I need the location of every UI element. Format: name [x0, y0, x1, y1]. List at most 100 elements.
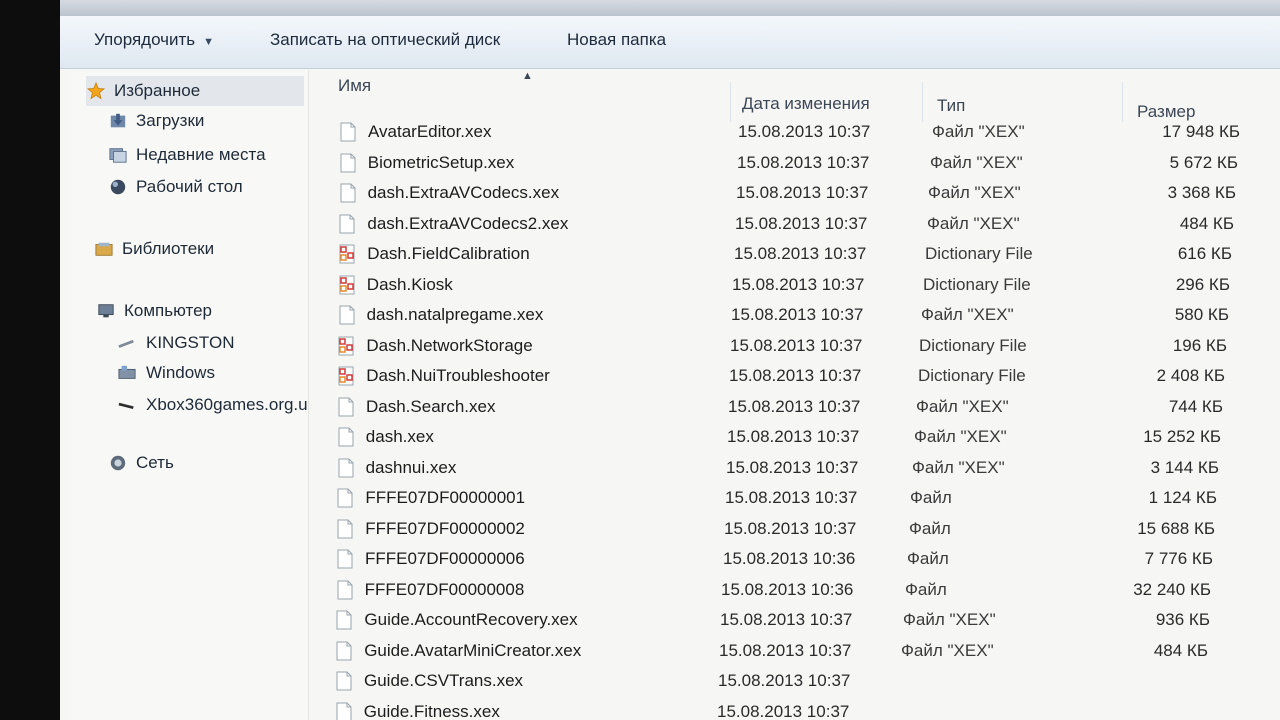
nav-label-downloads: Загрузки [136, 111, 205, 130]
dictionary-file-icon [338, 366, 354, 386]
file-name: dash.ExtraAVCodecs2.xex [367, 213, 569, 233]
nav-item-computer[interactable]: Компьютер [96, 298, 300, 324]
table-row[interactable]: Guide.AvatarMiniCreator.xex 15.08.2013 10… [310, 637, 1280, 667]
column-header-date[interactable]: Дата изменения [742, 94, 870, 114]
table-row[interactable]: FFFE07DF00000008 15.08.2013 10:36 Файл 32 2… [310, 576, 1280, 606]
file-list: Имя ▲ Дата изменения Тип Размер AvatarEd… [310, 70, 1280, 720]
hard-drive-icon [118, 365, 136, 379]
file-type: Файл "XEX" [912, 457, 1005, 477]
file-name: Dash.Kiosk [366, 274, 453, 294]
file-date: 15.08.2013 10:37 [724, 518, 857, 538]
nav-item-recent[interactable]: Недавние места [108, 142, 298, 168]
blank-file-icon [337, 549, 353, 569]
nav-item-network[interactable]: Сеть [108, 450, 298, 476]
table-row[interactable]: Guide.AccountRecovery.xex 15.08.2013 10:3… [310, 606, 1280, 636]
table-row[interactable]: dash.ExtraAVCodecs.xex 15.08.2013 10:37 Фа… [310, 179, 1280, 209]
nav-item-xbox-drive[interactable]: Xbox360games.org.u [116, 392, 310, 418]
computer-icon [98, 304, 114, 318]
burn-disc-button[interactable]: Записать на оптический диск [270, 30, 500, 50]
nav-label-kingston: KINGSTON [146, 333, 235, 352]
nav-item-downloads[interactable]: Загрузки [108, 108, 298, 134]
column-header-name[interactable]: Имя [338, 76, 371, 96]
file-name: Dash.FieldCalibration [367, 244, 530, 263]
table-row[interactable]: Dash.NuiTroubleshooter 15.08.2013 10:37 Di… [310, 362, 1280, 392]
table-row[interactable]: FFFE07DF00000006 15.08.2013 10:36 Файл 7 77… [310, 545, 1280, 575]
table-row[interactable]: Guide.CSVTrans.xex 15.08.2013 10:37 [310, 667, 1280, 697]
nav-item-desktop[interactable]: Рабочий стол [108, 174, 298, 200]
table-row[interactable]: Dash.Kiosk 15.08.2013 10:37 Dictionary Fil… [310, 271, 1280, 301]
table-row[interactable]: FFFE07DF00000001 15.08.2013 10:37 Файл 1 12… [310, 484, 1280, 514]
blank-file-icon [340, 122, 356, 142]
table-row[interactable]: Dash.Search.xex 15.08.2013 10:37 Файл "XEX… [310, 393, 1280, 423]
dictionary-file-icon [338, 336, 354, 355]
file-size: 3 368 КБ [1167, 183, 1236, 202]
file-type: Dictionary File [918, 366, 1026, 385]
file-name: Guide.CSVTrans.xex [364, 671, 524, 690]
network-icon [110, 455, 126, 471]
column-divider[interactable] [730, 82, 731, 122]
table-row[interactable]: Dash.NetworkStorage 15.08.2013 10:37 Dicti… [310, 332, 1280, 362]
column-divider[interactable] [1122, 82, 1123, 122]
file-name: Guide.AvatarMiniCreator.xex [364, 640, 582, 660]
table-row[interactable]: dashnui.xex 15.08.2013 10:37 Файл "XEX" 3 1… [310, 454, 1280, 484]
nav-item-libraries[interactable]: Библиотеки [94, 236, 298, 262]
nav-label-xbox-drive: Xbox360games.org.u [146, 395, 308, 414]
nav-item-favorites[interactable]: Избранное [86, 76, 304, 106]
table-row[interactable]: AvatarEditor.xex 15.08.2013 10:37 Файл "XE… [310, 118, 1280, 148]
file-type: Файл [907, 549, 949, 568]
table-row[interactable]: dash.natalpregame.xex 15.08.2013 10:37 Фай… [310, 301, 1280, 331]
table-row[interactable]: Dash.FieldCalibration 15.08.2013 10:37 Dic… [310, 240, 1280, 270]
file-date: 15.08.2013 10:36 [723, 549, 856, 568]
file-size: 196 КБ [1172, 335, 1227, 355]
table-row[interactable]: Guide.Fitness.xex 15.08.2013 10:37 [310, 698, 1280, 720]
table-row[interactable]: FFFE07DF00000002 15.08.2013 10:37 Файл 15 6… [310, 515, 1280, 545]
column-header-type[interactable]: Тип [937, 96, 965, 116]
downloads-folder-icon [110, 113, 126, 128]
explorer-window: Упорядочить ▼ Записать на оптический диск… [60, 0, 1280, 720]
file-name: dashnui.xex [365, 457, 457, 477]
file-date: 15.08.2013 10:37 [728, 396, 861, 416]
organize-button[interactable]: Упорядочить ▼ [94, 30, 214, 50]
usb-drive-icon [118, 339, 134, 348]
file-name: dash.xex [365, 427, 434, 446]
file-type: Dictionary File [919, 335, 1027, 355]
blank-file-icon [336, 641, 352, 660]
table-row[interactable]: dash.ExtraAVCodecs2.xex 15.08.2013 10:37 Ф… [310, 210, 1280, 240]
file-type: Файл "XEX" [916, 396, 1009, 416]
file-size: 17 948 КБ [1162, 122, 1240, 141]
file-date: 15.08.2013 10:37 [727, 427, 860, 446]
blank-file-icon [337, 519, 353, 538]
file-size: 2 408 КБ [1156, 366, 1225, 385]
blank-file-icon [338, 427, 354, 447]
chevron-down-icon: ▼ [203, 36, 215, 48]
sort-ascending-icon: ▲ [522, 70, 533, 82]
file-date: 15.08.2013 10:37 [729, 366, 862, 385]
file-type: Файл "XEX" [928, 183, 1021, 202]
nav-label-computer: Компьютер [124, 301, 212, 320]
file-size: 744 КБ [1168, 396, 1223, 416]
file-date: 15.08.2013 10:37 [735, 213, 868, 233]
table-row[interactable]: dash.xex 15.08.2013 10:37 Файл "XEX" 15 252… [310, 423, 1280, 453]
file-size: 936 КБ [1155, 610, 1210, 629]
blank-file-icon [336, 610, 352, 630]
file-type: Файл [905, 579, 947, 599]
blank-file-icon [338, 397, 354, 416]
navigation-pane: Избранное Загрузки Недавние места Рабочи… [70, 70, 309, 720]
column-divider[interactable] [922, 82, 923, 122]
file-type: Файл "XEX" [903, 610, 996, 629]
file-type: Файл "XEX" [932, 122, 1025, 141]
file-size: 15 688 КБ [1137, 518, 1215, 538]
file-size: 15 252 КБ [1143, 427, 1221, 446]
file-name: AvatarEditor.xex [368, 122, 492, 141]
new-folder-button[interactable]: Новая папка [567, 30, 666, 50]
file-name: FFFE07DF00000001 [365, 488, 526, 507]
file-size: 7 776 КБ [1144, 549, 1213, 568]
file-size: 484 КБ [1179, 213, 1234, 233]
nav-item-windows[interactable]: Windows [116, 360, 298, 386]
star-icon [86, 82, 106, 100]
table-row[interactable]: BiometricSetup.xex 15.08.2013 10:37 Файл "… [310, 149, 1280, 179]
blank-file-icon [336, 702, 352, 720]
file-name: FFFE07DF00000006 [365, 549, 525, 568]
file-name: BiometricSetup.xex [367, 152, 515, 172]
nav-item-kingston[interactable]: KINGSTON [116, 330, 298, 356]
